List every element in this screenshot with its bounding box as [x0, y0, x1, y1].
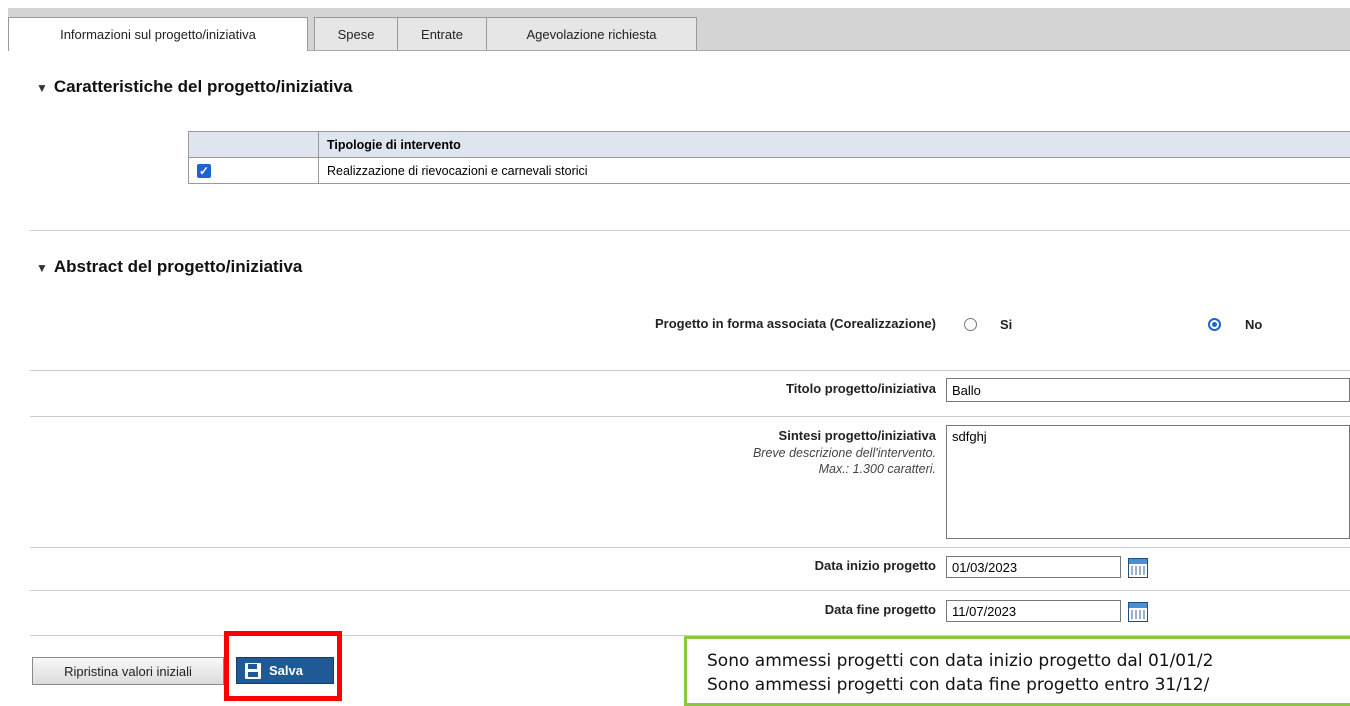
- highlight-box: [224, 631, 342, 701]
- sintesi-textarea[interactable]: sdfghj: [946, 425, 1350, 539]
- associata-label: Progetto in forma associata (Corealizzaz…: [655, 316, 936, 331]
- calendar-icon[interactable]: [1128, 558, 1148, 578]
- data-inizio-label: Data inizio progetto: [815, 558, 936, 573]
- radio-no-label: No: [1245, 317, 1262, 332]
- section-abstract-label: Abstract del progetto/iniziativa: [54, 257, 302, 276]
- table-row: ✓ Realizzazione di rievocazioni e carnev…: [189, 158, 1350, 184]
- table-header-row: Tipologie di intervento: [189, 132, 1350, 158]
- divider: [30, 547, 1350, 548]
- sintesi-label: Sintesi progetto/iniziativa: [779, 428, 936, 443]
- info-note-line2: Sono ammessi progetti con data fine prog…: [707, 673, 1350, 697]
- collapse-triangle-icon: ▼: [36, 261, 48, 275]
- table-check-cell: ✓: [189, 158, 319, 184]
- table-header-check-cell: [189, 132, 319, 158]
- section-caratteristiche-title[interactable]: ▼ Caratteristiche del progetto/iniziativa: [36, 77, 352, 97]
- section-abstract-title[interactable]: ▼ Abstract del progetto/iniziativa: [36, 257, 302, 277]
- info-note-line1: Sono ammessi progetti con data inizio pr…: [707, 649, 1350, 673]
- collapse-triangle-icon: ▼: [36, 81, 48, 95]
- titolo-label: Titolo progetto/iniziativa: [786, 381, 936, 396]
- tab-spese[interactable]: Spese: [314, 17, 398, 50]
- divider: [30, 230, 1350, 231]
- tipologie-table: Tipologie di intervento ✓ Realizzazione …: [188, 131, 1350, 184]
- tab-entrate[interactable]: Entrate: [397, 17, 487, 50]
- info-note: Sono ammessi progetti con data inizio pr…: [684, 636, 1350, 706]
- data-fine-label: Data fine progetto: [825, 602, 936, 617]
- table-cell-tipologia: Realizzazione di rievocazioni e carneval…: [319, 158, 1350, 184]
- radio-no[interactable]: [1208, 318, 1221, 331]
- checkbox-checked-icon[interactable]: ✓: [197, 164, 211, 178]
- tab-agevolazione[interactable]: Agevolazione richiesta: [486, 17, 697, 50]
- data-inizio-input[interactable]: [946, 556, 1121, 578]
- sintesi-help-line1: Breve descrizione dell'intervento.: [753, 445, 936, 461]
- data-fine-input[interactable]: [946, 600, 1121, 622]
- radio-si[interactable]: [964, 318, 977, 331]
- radio-si-label: Si: [1000, 317, 1012, 332]
- tab-bar: Informazioni sul progetto/iniziativa Spe…: [8, 8, 1350, 51]
- divider: [30, 590, 1350, 591]
- tab-informazioni[interactable]: Informazioni sul progetto/iniziativa: [8, 17, 308, 51]
- sintesi-help-line2: Max.: 1.300 caratteri.: [753, 461, 936, 477]
- section-caratteristiche-label: Caratteristiche del progetto/iniziativa: [54, 77, 353, 96]
- calendar-icon[interactable]: [1128, 602, 1148, 622]
- divider: [30, 416, 1350, 417]
- reset-button[interactable]: Ripristina valori iniziali: [32, 657, 224, 685]
- titolo-input[interactable]: [946, 378, 1350, 402]
- divider: [30, 370, 1350, 371]
- sintesi-help: Breve descrizione dell'intervento. Max.:…: [753, 445, 936, 477]
- table-header-tipologie: Tipologie di intervento: [319, 132, 1350, 158]
